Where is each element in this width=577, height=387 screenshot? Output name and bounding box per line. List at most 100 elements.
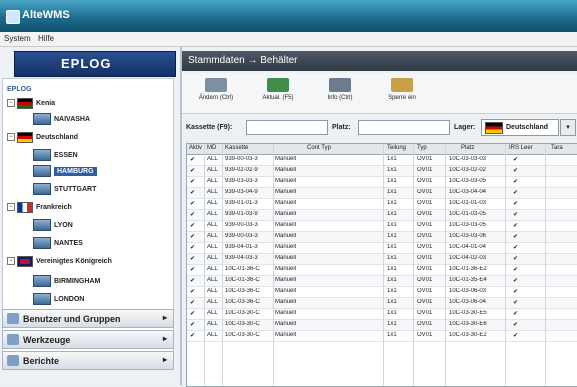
table-cell: OV01 [417, 244, 433, 250]
table-cell: 10C-01-36-E2 [449, 266, 487, 272]
collapse-icon[interactable]: − [7, 203, 15, 211]
col-header[interactable]: Typ [417, 145, 427, 151]
kassette-input[interactable] [246, 120, 328, 135]
col-header[interactable]: Teilung [387, 145, 406, 151]
tree-node-lyon[interactable]: LYON [33, 219, 73, 231]
table-row[interactable]: ✔ ALL 939-02-02-9 Manuell 1x1 OV01 10C-03-02-0… [187, 166, 577, 177]
tree-node-nantes[interactable]: NANTES [33, 237, 83, 249]
collapse-icon[interactable]: − [7, 133, 15, 141]
users-icon [7, 313, 19, 324]
filter-bar: Kassette (F9): Platz: Lager: Deutschland… [182, 117, 577, 139]
container-table[interactable]: Aktiv MD Kassette Cont Typ Teilung Typ P… [186, 143, 577, 387]
tree-node-frankreich[interactable]: − Frankreich [7, 201, 72, 213]
info-button[interactable]: Info (Ctrl) [316, 76, 364, 108]
tree-node-root[interactable]: EPLOG [7, 83, 32, 95]
table-cell: Manuell [275, 277, 297, 283]
table-row[interactable]: ✔ ALL 939-00-03-3 Manuell 1x1 OV01 10C-03-03-0… [187, 232, 577, 243]
table-cell: 10C-03-06-03 [449, 288, 487, 294]
table-cell: ✔ [190, 234, 196, 240]
lager-select[interactable]: Deutschland [481, 119, 559, 136]
table-row[interactable]: ✔ ALL 10C-01-36-C Manuell 1x1 OV01 10C-01-35-E… [187, 276, 577, 287]
column-divider [413, 144, 414, 386]
platz-input[interactable] [358, 120, 450, 135]
edit-button[interactable]: Ändern (Ctrl) [192, 76, 240, 108]
tree-node-stuttgart[interactable]: STUTTGART [33, 183, 96, 195]
table-cell: ✔ [190, 157, 196, 163]
menu-system[interactable]: System [4, 34, 31, 43]
collapse-icon[interactable]: − [7, 99, 15, 107]
nav-werkzeuge[interactable]: Werkzeuge ▸ [2, 330, 174, 349]
refresh-button[interactable]: Aktual. (F5) [254, 76, 302, 108]
table-cell: ✔ [513, 234, 519, 240]
uk-flag-icon [17, 255, 33, 267]
table-cell: ✔ [513, 190, 519, 196]
table-row[interactable]: ✔ ALL 939-03-03-3 Manuell 1x1 OV01 10C-03-03-0… [187, 177, 577, 188]
tree-node-london[interactable]: LONDON [33, 293, 84, 305]
table-row[interactable]: ✔ ALL 939-01-03-9 Manuell 1x1 OV01 10C-01-03-0… [187, 210, 577, 221]
kassette-label: Kassette (F9): [186, 124, 233, 131]
table-cell: ✔ [513, 311, 519, 317]
table-cell: Manuell [275, 288, 297, 294]
table-row[interactable]: ✔ ALL 939-04-01-3 Manuell 1x1 OV01 10C-04-01-0… [187, 243, 577, 254]
col-header[interactable]: Cont Typ [307, 145, 331, 151]
column-divider [273, 144, 274, 386]
table-row[interactable]: ✔ ALL 10C-01-36-C Manuell 1x1 OV01 10C-01-36-E… [187, 265, 577, 276]
table-cell: ALL [207, 189, 218, 195]
table-row[interactable]: ✔ ALL 10C-03-36-C Manuell 1x1 OV01 10C-03-06-0… [187, 298, 577, 309]
col-header[interactable]: Platz [461, 145, 474, 151]
table-cell: ALL [207, 167, 218, 173]
table-cell: ✔ [190, 256, 196, 262]
table-row[interactable]: ✔ ALL 939-00-03-3 Manuell 1x1 OV01 10C-03-03-0… [187, 155, 577, 166]
title-bar: AlteWMS [0, 0, 577, 32]
table-cell: 939-02-02-9 [225, 167, 258, 173]
table-cell: Manuell [275, 244, 297, 250]
collapse-icon[interactable]: − [7, 257, 15, 265]
table-header: Aktiv MD Kassette Cont Typ Teilung Typ P… [187, 144, 577, 155]
table-cell: 10C-01-03-05 [449, 211, 487, 217]
col-header[interactable]: MD [207, 145, 216, 151]
table-cell: 939-00-03-3 [225, 222, 258, 228]
lock-button[interactable]: Sperre ein [378, 76, 426, 108]
table-cell: ALL [207, 266, 218, 272]
menu-hilfe[interactable]: Hilfe [38, 34, 54, 43]
table-cell: ✔ [513, 300, 519, 306]
table-cell: ✔ [513, 168, 519, 174]
tree-node-birmingham[interactable]: BIRMINGHAM [33, 275, 100, 287]
col-header[interactable]: Aktiv [189, 145, 202, 151]
tree-node-kenia[interactable]: − Kenia [7, 97, 55, 109]
table-row[interactable]: ✔ ALL 10C-03-30-C Manuell 1x1 OV01 10C-03-30-E… [187, 309, 577, 320]
tree-node-hamburg[interactable]: HAMBURG [33, 165, 97, 177]
table-row[interactable]: ✔ ALL 10C-03-36-C Manuell 1x1 OV01 10C-03-06-0… [187, 287, 577, 298]
table-cell: OV01 [417, 321, 433, 327]
col-header[interactable]: Tara [551, 145, 563, 151]
tree-node-deutschland[interactable]: − Deutschland [7, 131, 78, 143]
table-row[interactable]: ✔ ALL 939-00-03-3 Manuell 1x1 OV01 10C-03-03-0… [187, 221, 577, 232]
tools-icon [7, 334, 19, 345]
table-row[interactable]: ✔ ALL 10C-03-30-C Manuell 1x1 OV01 10C-03-30-E… [187, 331, 577, 342]
tree-label: HAMBURG [54, 166, 97, 176]
germany-flag-icon [485, 121, 503, 134]
table-row[interactable]: ✔ ALL 10C-03-30-C Manuell 1x1 OV01 10C-03-30-E… [187, 320, 577, 331]
table-row[interactable]: ✔ ALL 939-04-03-3 Manuell 1x1 OV01 10C-04-02-0… [187, 254, 577, 265]
table-row[interactable]: ✔ ALL 939-01-01-3 Manuell 1x1 OV01 10C-01-01-0… [187, 199, 577, 210]
nav-berichte[interactable]: Berichte ▸ [2, 351, 174, 370]
col-header[interactable]: IRS Leer [509, 145, 533, 151]
table-cell: OV01 [417, 255, 433, 261]
platz-label: Platz: [332, 124, 351, 131]
chevron-down-icon[interactable]: ▾ [560, 119, 576, 136]
table-cell: ✔ [513, 157, 519, 163]
table-cell: 10C-03-36-C [225, 299, 260, 305]
table-row[interactable]: ✔ ALL 939-03-04-9 Manuell 1x1 OV01 10C-03-04-0… [187, 188, 577, 199]
tree-node-uk[interactable]: − Vereinigtes Königreich [7, 255, 112, 267]
tree-node-essen[interactable]: ESSEN [33, 149, 78, 161]
nav-benutzer-und-gruppen[interactable]: Benutzer und Gruppen ▸ [2, 309, 174, 328]
button-label: Sperre ein [388, 95, 416, 101]
table-cell: ✔ [190, 245, 196, 251]
tree-node-naivasha[interactable]: NAIVASHA [33, 113, 90, 125]
toolbar: Ändern (Ctrl) Aktual. (F5) Info (Ctrl) S… [182, 73, 577, 114]
table-cell: ✔ [513, 322, 519, 328]
table-cell: Manuell [275, 233, 297, 239]
table-cell: 10C-03-06-04 [449, 299, 487, 305]
col-header[interactable]: Kassette [225, 145, 248, 151]
table-cell: 939-03-03-3 [225, 178, 258, 184]
